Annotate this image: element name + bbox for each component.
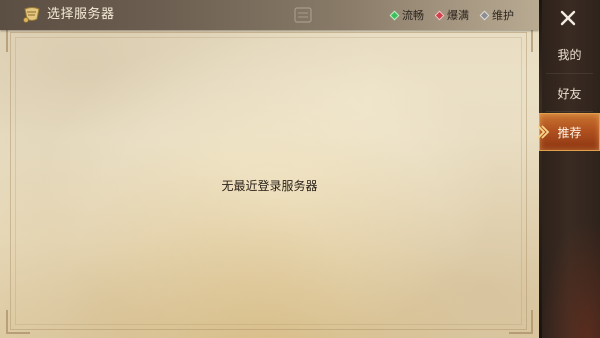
legend-smooth: 流畅 xyxy=(389,7,424,23)
frame-corner-ornament xyxy=(509,310,533,334)
gray-gem-icon xyxy=(479,10,490,20)
server-select-screen: 无最近登录服务器 选择服务器 流畅 爆满 维护 我的 好友 推荐 xyxy=(0,0,600,338)
tab-mine[interactable]: 我的 xyxy=(539,36,600,72)
frame-corner-ornament xyxy=(509,28,533,52)
legend-label: 流畅 xyxy=(402,9,424,22)
empty-state-message: 无最近登录服务器 xyxy=(221,179,318,193)
close-button[interactable] xyxy=(553,5,583,31)
tab-label: 推荐 xyxy=(557,125,582,140)
page-title: 选择服务器 xyxy=(47,7,115,22)
frame-corner-ornament xyxy=(6,28,30,52)
tab-label: 我的 xyxy=(557,47,582,62)
green-gem-icon xyxy=(389,10,400,20)
frame-corner-ornament xyxy=(6,310,30,334)
tab-divider xyxy=(546,73,593,74)
legend-label: 维护 xyxy=(492,9,514,22)
tab-label: 好友 xyxy=(557,86,582,101)
selected-arrow-icon xyxy=(537,125,550,139)
header-bar: 选择服务器 流畅 爆满 维护 xyxy=(0,0,539,30)
scroll-icon xyxy=(23,7,40,23)
legend-maintenance: 维护 xyxy=(479,7,514,23)
close-icon xyxy=(560,10,576,26)
red-gem-icon xyxy=(434,10,445,20)
scroll-ornament-icon xyxy=(294,7,312,23)
legend-full: 爆满 xyxy=(434,7,469,23)
legend-label: 爆满 xyxy=(447,9,469,22)
tab-friends[interactable]: 好友 xyxy=(539,75,600,111)
server-list-panel: 无最近登录服务器 xyxy=(0,0,539,338)
tab-divider xyxy=(546,111,593,112)
